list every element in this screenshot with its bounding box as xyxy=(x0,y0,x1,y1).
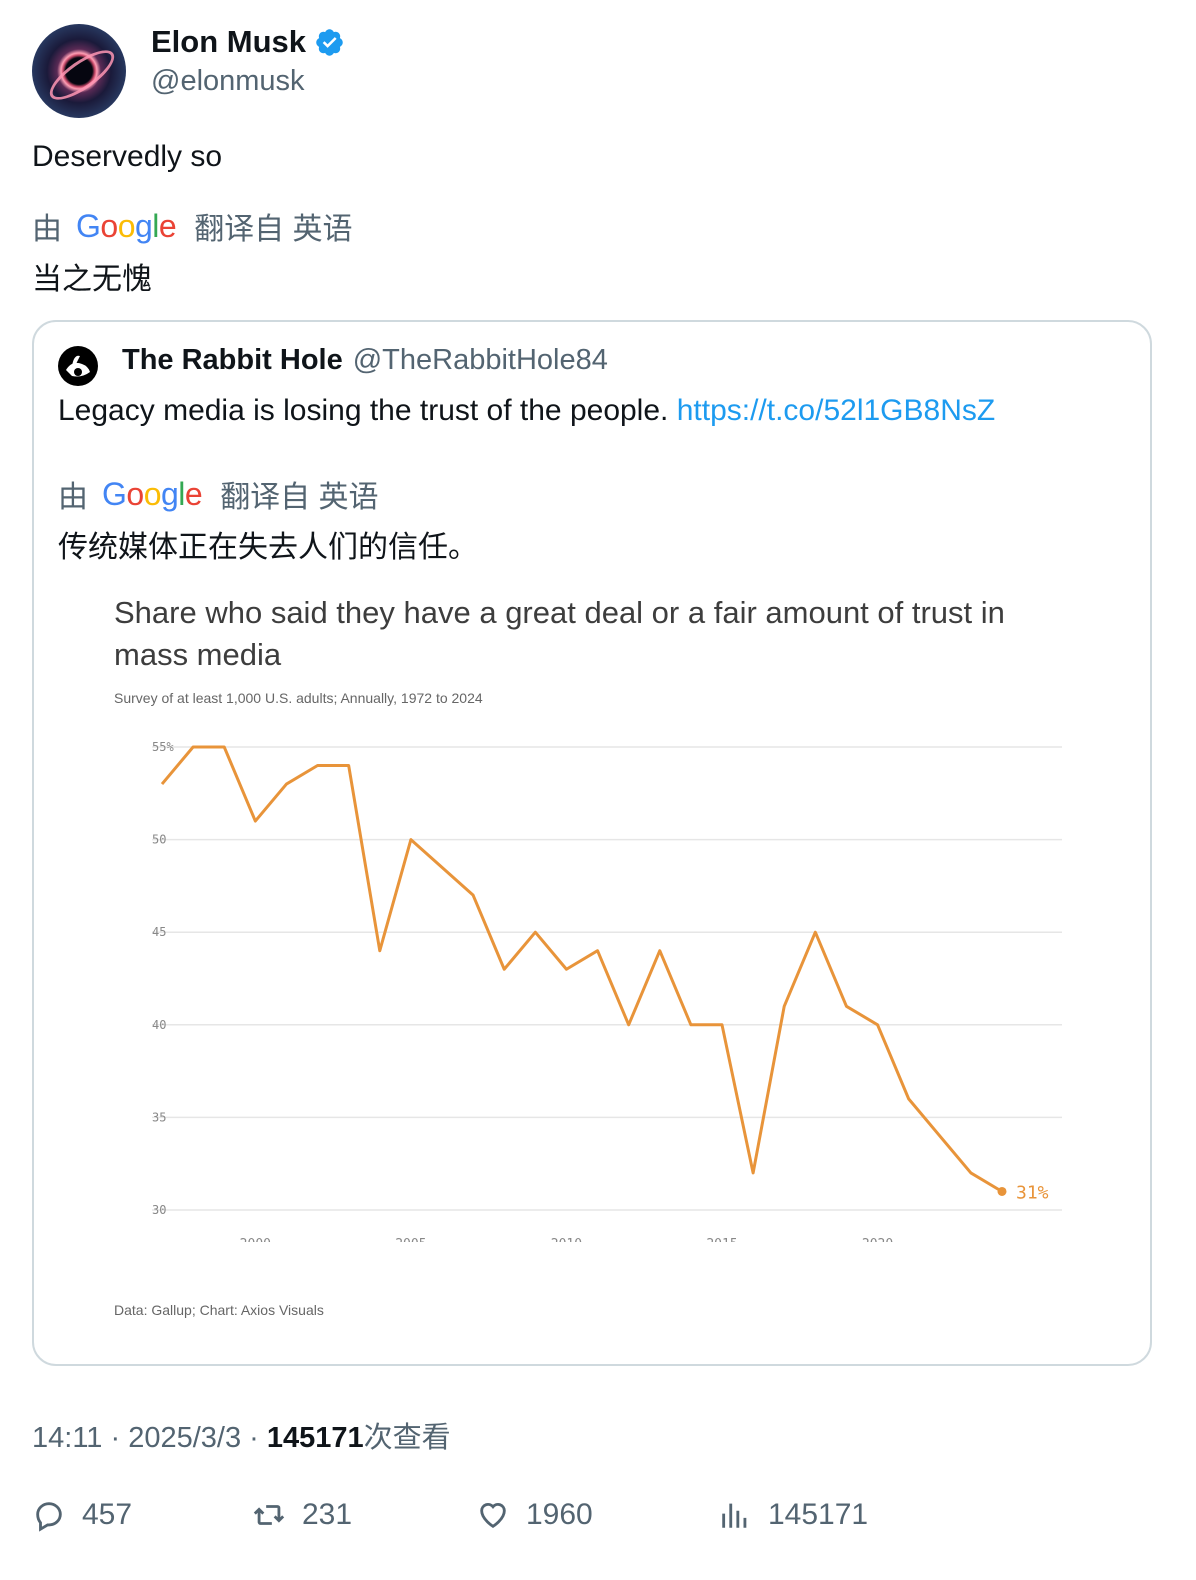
action-bar: 457 231 1960 145171 xyxy=(32,1498,1162,1548)
google-logo: Google xyxy=(102,475,203,512)
quoted-translation-attribution: 由 Google 翻译自 英语 xyxy=(58,472,379,516)
x-tick-label: 2015 xyxy=(706,1237,737,1242)
like-icon xyxy=(480,1503,506,1529)
quoted-translated-text: 传统媒体正在失去人们的信任。 xyxy=(58,531,478,564)
reply-button[interactable]: 457 xyxy=(32,1498,132,1532)
like-count: 1960 xyxy=(526,1498,593,1531)
x-tick-label: 2000 xyxy=(240,1237,271,1242)
quoted-tweet[interactable]: The Rabbit Hole @TheRabbitHole84 Legacy … xyxy=(32,320,1152,1366)
google-logo: Google xyxy=(76,207,177,244)
view-count: 145171 xyxy=(266,1422,364,1454)
y-tick-label: 40 xyxy=(152,1018,166,1032)
quoted-tweet-link[interactable]: https://t.co/52l1GB8NsZ xyxy=(677,394,995,427)
reply-icon xyxy=(36,1502,62,1532)
x-tick-label: 2010 xyxy=(551,1237,582,1242)
translation-from-label[interactable]: 翻译自 英语 xyxy=(194,204,352,248)
series-line xyxy=(160,745,1003,1193)
chart-image[interactable]: Share who said they have a great deal or… xyxy=(92,582,1092,1342)
quoted-author-avatar[interactable] xyxy=(58,346,98,386)
quoted-translation-from-label[interactable]: 翻译自 英语 xyxy=(220,472,378,516)
translation-attribution: 由 Google 翻译自 英语 xyxy=(32,204,353,248)
quoted-author-handle[interactable]: @TheRabbitHole84 xyxy=(353,344,608,377)
views-count: 145171 xyxy=(768,1498,869,1531)
y-tick-label: 35 xyxy=(152,1110,166,1124)
chart-source: Data: Gallup; Chart: Axios Visuals xyxy=(114,1302,324,1318)
author-name[interactable]: Elon Musk xyxy=(151,24,306,60)
views-button[interactable]: 145171 xyxy=(718,1498,868,1532)
meta-separator: · xyxy=(102,1422,129,1454)
x-tick-label: 2020 xyxy=(862,1237,893,1242)
tweet-header: Elon Musk @elonmusk xyxy=(32,24,1132,120)
tweet-meta: 14:11 · 2025/3/3 · 145171次查看 xyxy=(32,1414,451,1456)
end-value-label: 31% xyxy=(1016,1182,1049,1203)
y-tick-label: 50 xyxy=(152,833,166,847)
y-tick-label: 55% xyxy=(152,740,174,754)
verified-badge-icon xyxy=(316,28,343,56)
translated-text: 当之无愧 xyxy=(32,263,152,296)
meta-separator: · xyxy=(241,1422,267,1454)
y-tick-label: 45 xyxy=(152,925,166,939)
trust-line-chart: 55% 50 45 40 35 30 2000 2005 2010 2015 2020 31% xyxy=(152,740,1062,1242)
quoted-translation-by-label: 由 xyxy=(58,481,88,514)
quoted-author-row: The Rabbit Hole @TheRabbitHole84 xyxy=(122,344,608,377)
x-tick-label: 2005 xyxy=(395,1237,426,1242)
like-button[interactable]: 1960 xyxy=(476,1498,593,1532)
tweet-time[interactable]: 14:11 xyxy=(32,1422,102,1454)
views-suffix: 次查看 xyxy=(363,1422,451,1454)
reply-count: 457 xyxy=(82,1498,133,1531)
y-tick-label: 30 xyxy=(152,1203,166,1217)
chart-subtitle: Survey of at least 1,000 U.S. adults; An… xyxy=(114,690,483,706)
retweet-count: 231 xyxy=(302,1498,353,1531)
views-icon xyxy=(722,1503,747,1528)
quoted-text-body: Legacy media is losing the trust of the … xyxy=(58,394,669,427)
rabbit-logo-icon xyxy=(59,347,97,385)
tweet-date[interactable]: 2025/3/3 xyxy=(128,1422,241,1454)
quoted-tweet-text: Legacy media is losing the trust of the … xyxy=(58,394,995,428)
tweet-text: Deservedly so xyxy=(32,140,223,173)
retweet-icon xyxy=(253,1505,285,1525)
translation-by-label: 由 xyxy=(32,213,62,246)
chart-title: Share who said they have a great deal or… xyxy=(114,595,1005,672)
retweet-button[interactable]: 231 xyxy=(252,1498,352,1532)
quoted-author-name[interactable]: The Rabbit Hole xyxy=(122,344,343,377)
author-handle[interactable]: @elonmusk xyxy=(151,65,305,98)
series-end-point xyxy=(997,1186,1007,1196)
author-name-row: Elon Musk xyxy=(151,24,345,60)
author-avatar[interactable] xyxy=(32,24,126,118)
